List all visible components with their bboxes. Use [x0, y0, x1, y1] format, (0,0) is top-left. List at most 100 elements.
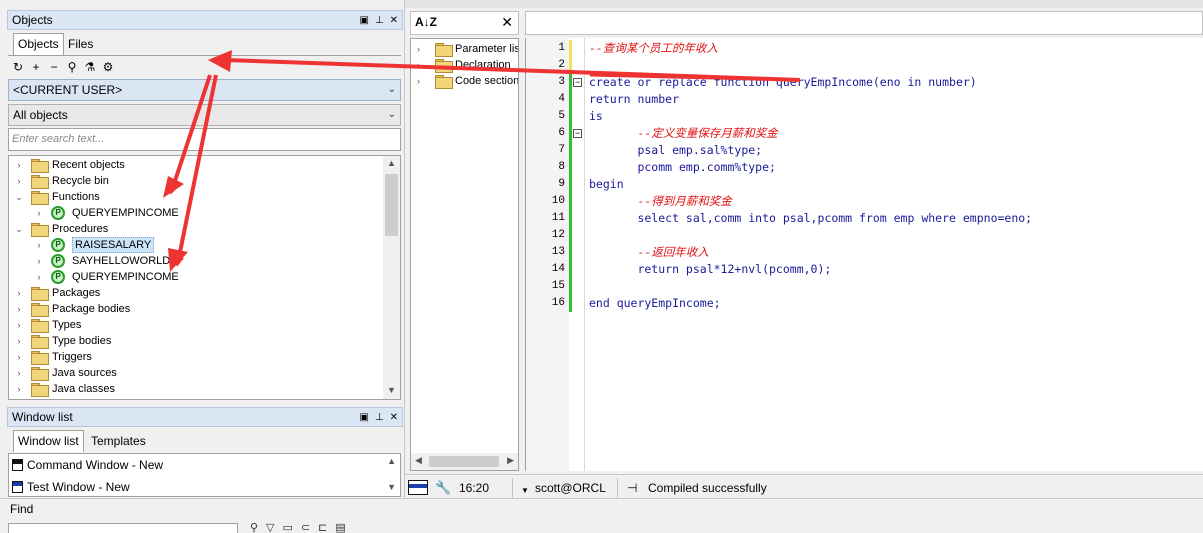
tree-node-label: Recent objects [52, 159, 125, 171]
search-input[interactable]: Enter search text... [8, 128, 401, 151]
chevron-right-icon[interactable]: › [14, 349, 24, 365]
scroll-up-icon[interactable]: ▲ [387, 456, 396, 466]
change-marker [569, 40, 572, 312]
code-line[interactable]: begin [589, 176, 624, 193]
tree-node-label: Functions [52, 191, 100, 203]
find-toolbar-icons[interactable]: ⚲▽▭⊂⊏▤ [250, 521, 354, 533]
remove-icon[interactable]: − [46, 59, 62, 75]
pin-icon[interactable]: ⊥ [375, 409, 384, 427]
folder-icon [31, 223, 49, 237]
panel-menu-icon[interactable]: ▣ [359, 12, 368, 30]
chevron-right-icon[interactable]: › [34, 237, 44, 253]
object-tree[interactable]: › Recent objects › Recycle bin ⌄ Functions › P Q… [8, 155, 401, 400]
scroll-left-icon[interactable]: ◀ [415, 455, 422, 466]
tree-scrollbar[interactable]: ▲ ▼ [383, 156, 400, 399]
panel-menu-icon[interactable]: ▣ [359, 409, 368, 427]
scroll-down-icon[interactable]: ▼ [383, 385, 400, 395]
code-line[interactable]: select sal,comm into psal,pcomm from emp… [589, 210, 1032, 227]
window-indicator-icon [408, 480, 428, 495]
structure-panel[interactable]: › Parameter list › Declaration › Code section… [410, 38, 519, 471]
chevron-right-icon[interactable]: › [34, 205, 44, 221]
code-line[interactable]: --得到月薪和奖金 [589, 193, 731, 210]
chevron-right-icon[interactable]: › [14, 317, 24, 333]
chevron-right-icon[interactable]: › [14, 333, 24, 349]
refresh-icon[interactable]: ↻ [10, 59, 26, 75]
folder-icon [31, 175, 49, 189]
tree-node-label: Type bodies [52, 335, 112, 347]
chevron-right-icon[interactable]: › [417, 57, 420, 73]
scroll-thumb[interactable] [385, 174, 398, 236]
filter-combo[interactable]: All objects ⌄ [8, 104, 401, 126]
close-icon[interactable]: ✕ [501, 14, 513, 31]
folder-icon [31, 287, 49, 301]
folder-icon [31, 383, 49, 397]
tab-window-list[interactable]: Window list [13, 430, 84, 452]
chevron-right-icon[interactable]: › [34, 253, 44, 269]
filter-edit-icon[interactable]: ⚙ [100, 59, 116, 75]
line-number: 12 [551, 229, 565, 241]
tree-node-label: Java sources [52, 367, 117, 379]
close-icon[interactable]: ✕ [390, 409, 398, 427]
chevron-right-icon[interactable]: › [34, 269, 44, 285]
folder-icon [31, 351, 49, 365]
chevron-right-icon[interactable]: › [14, 381, 24, 397]
scroll-down-icon[interactable]: ▼ [387, 482, 396, 492]
line-number: 9 [558, 178, 565, 190]
objects-panel-title: Objects ▣ ⊥ ✕ [7, 10, 403, 30]
structure-hscrollbar[interactable]: ◀ ▶ [411, 453, 518, 470]
status-bar: 🔧 16:20 ▼ scott@ORCL ⊣ Compiled successf… [405, 474, 1203, 500]
chevron-down-icon[interactable]: ⌄ [14, 189, 24, 205]
code-line[interactable]: is [589, 108, 603, 125]
folder-icon [31, 367, 49, 381]
chevron-right-icon[interactable]: › [14, 173, 24, 189]
command-window-icon [12, 459, 23, 471]
scroll-up-icon[interactable]: ▲ [383, 158, 400, 168]
chevron-right-icon[interactable]: › [417, 73, 420, 89]
line-number: 16 [551, 297, 565, 309]
tab-templates[interactable]: Templates [86, 430, 151, 452]
sort-az-icon[interactable]: A↓Z [415, 15, 437, 29]
add-icon[interactable]: + [28, 59, 44, 75]
code-line[interactable]: return psal*12+nvl(pcomm,0); [589, 261, 831, 278]
code-line[interactable]: --定义变量保存月薪和奖金 [589, 125, 777, 142]
objects-toolbar: ↻ + − ⚲ ⚗ ⚙ [10, 59, 116, 75]
chevron-right-icon[interactable]: › [14, 365, 24, 381]
find-input[interactable] [8, 523, 238, 533]
window-list-item[interactable]: Test Window - New [9, 477, 130, 497]
user-combo[interactable]: <CURRENT USER> ⌄ [8, 79, 401, 101]
code-editor[interactable]: 1 2 3 4 5 6 7 8 9 10 11 12 13 14 15 16 − − --查询某个员工的年收入 c… [525, 38, 1203, 471]
window-list-item-label: Command Window - New [27, 458, 164, 472]
fold-toggle-icon[interactable]: − [573, 78, 582, 87]
editor-tab-strip [405, 0, 1203, 8]
scroll-thumb[interactable] [429, 456, 499, 467]
line-number: 4 [558, 93, 565, 105]
line-number: 11 [551, 212, 565, 224]
connection-label[interactable]: scott@ORCL [535, 481, 606, 495]
filter-icon[interactable]: ⚗ [82, 59, 98, 75]
code-line[interactable]: --返回年收入 [589, 244, 708, 261]
find-binoculars-icon[interactable]: ⚲ [64, 59, 80, 75]
fold-toggle-icon[interactable]: − [573, 129, 582, 138]
code-line[interactable]: psal emp.sal%type; [589, 142, 762, 159]
chevron-right-icon[interactable]: › [14, 157, 24, 173]
tab-files[interactable]: Files [63, 33, 98, 55]
code-line[interactable]: create or replace function queryEmpIncom… [589, 74, 977, 91]
scroll-right-icon[interactable]: ▶ [507, 455, 514, 466]
code-line[interactable]: return number [589, 91, 679, 108]
code-line[interactable]: --查询某个员工的年收入 [589, 40, 718, 57]
chevron-down-icon: ⌄ [387, 109, 396, 120]
plsql-object-icon: P [51, 238, 65, 252]
close-icon[interactable]: ✕ [390, 12, 398, 30]
chevron-down-icon[interactable]: ▼ [521, 484, 529, 498]
structure-item-label: Parameter list [455, 43, 519, 55]
code-line[interactable]: pcomm emp.comm%type; [589, 159, 775, 176]
pin-icon[interactable]: ⊥ [375, 12, 384, 30]
window-list[interactable]: Command Window - New Test Window - New ▲… [8, 453, 401, 497]
window-list-item[interactable]: Command Window - New [9, 455, 163, 475]
code-line[interactable]: end queryEmpIncome; [589, 295, 721, 312]
chevron-right-icon[interactable]: › [417, 41, 420, 57]
tab-objects[interactable]: Objects [13, 33, 64, 55]
chevron-right-icon[interactable]: › [14, 285, 24, 301]
chevron-down-icon[interactable]: ⌄ [14, 221, 24, 237]
chevron-right-icon[interactable]: › [14, 301, 24, 317]
